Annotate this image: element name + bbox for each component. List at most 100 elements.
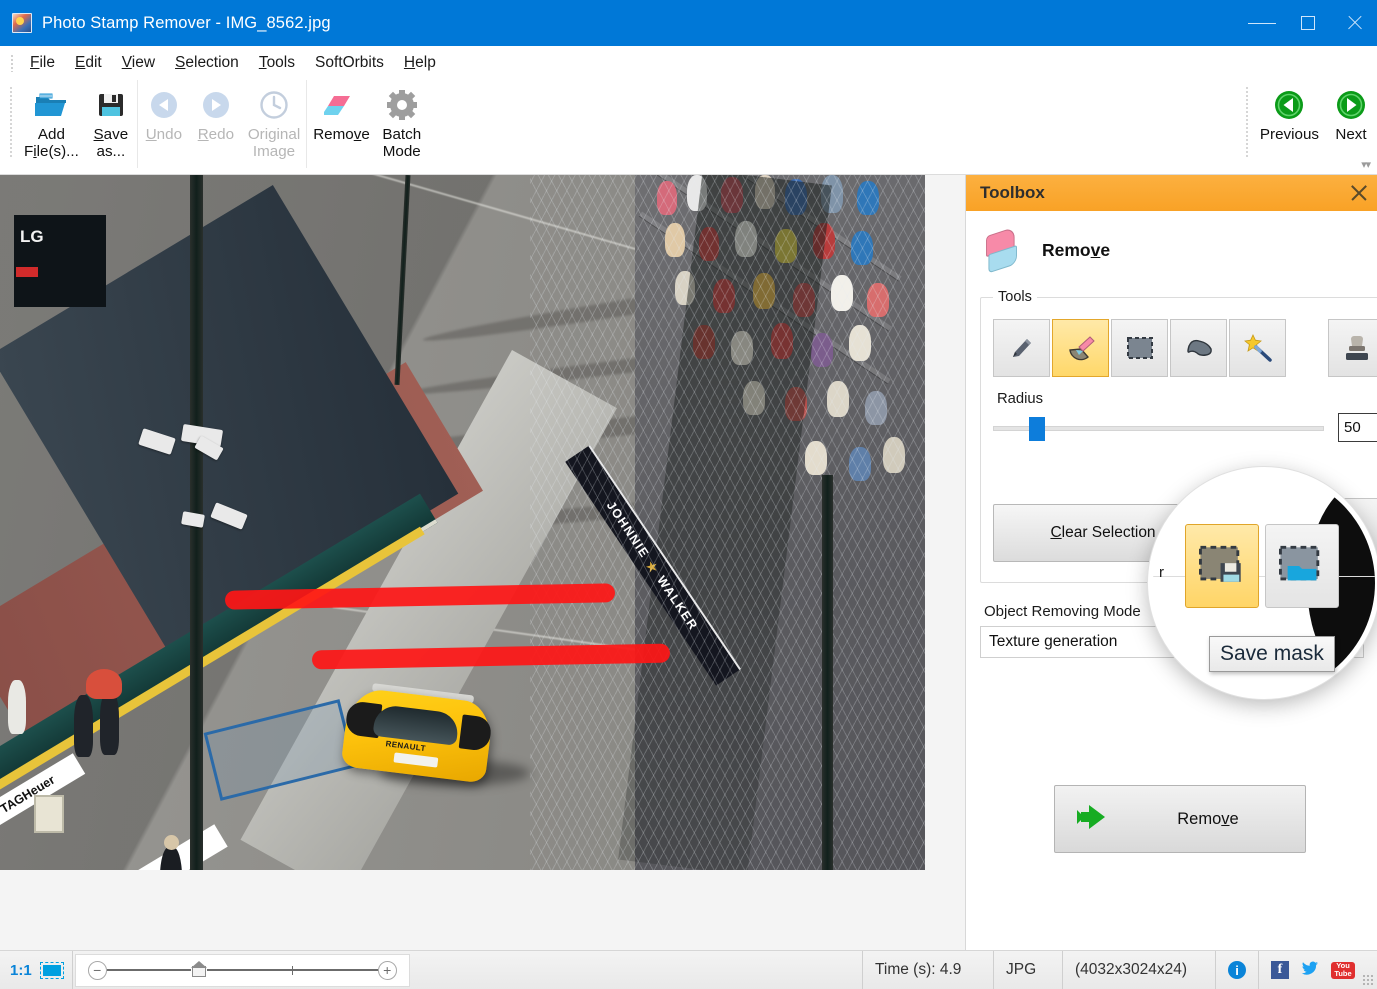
menu-item-selection[interactable]: Selection [165,51,249,75]
toolbar-grip-handle[interactable] [9,86,13,158]
radius-input[interactable] [1338,413,1377,442]
clear-selection-label: Clear Selection [1050,524,1155,542]
pit-crew-member [8,680,26,734]
eraser-brush-tool-button[interactable] [1052,319,1109,377]
clock-history-icon [258,88,290,122]
youtube-icon[interactable]: You Tube [1331,962,1355,979]
status-bar: 1:1 − + Time (s): 4.9 JPG (4032x3024x24)… [0,950,1377,989]
info-icon: i [1228,961,1246,979]
menu-item-file[interactable]: File [20,51,65,75]
toolbox-header: Toolbox [966,175,1377,211]
pencil-icon [1008,334,1036,362]
clone-stamp-tool-button[interactable] [1328,319,1377,377]
zoom-track-left [107,969,192,971]
magnifier-fragment-2: le [1157,652,1169,669]
menu-item-help[interactable]: Help [394,51,446,75]
photo-image[interactable]: JOHNNIE ★ WALKER LG TAGHeuer TAGHeuer [0,175,925,870]
tools-row [993,319,1377,377]
batch-mode-button[interactable]: Batch Mode ▾ [376,80,428,168]
batch-mode-label-1: Batch [382,126,421,143]
menu-item-edit[interactable]: Edit [65,51,112,75]
toolbox-tool-header: Remove [966,211,1377,271]
eraser-icon [979,224,1032,277]
object-removing-mode-value: Texture generation [989,633,1117,651]
save-mask-tooltip: Save mask [1209,636,1335,672]
magic-wand-tool-button[interactable] [1229,319,1286,377]
previous-label: Previous [1260,126,1319,143]
close-button[interactable] [1331,0,1377,46]
maximize-icon [1301,16,1315,30]
image-canvas-area[interactable]: JOHNNIE ★ WALKER LG TAGHeuer TAGHeuer [0,175,965,950]
image-dimensions: (4032x3024x24) [1063,951,1215,989]
lasso-tool-button[interactable] [1170,319,1227,377]
previous-button[interactable]: Previous [1254,80,1325,168]
info-button[interactable]: i [1216,951,1258,989]
marker-tool-button[interactable] [993,319,1050,377]
rectangle-select-tool-button[interactable] [1111,319,1168,377]
maximize-button[interactable] [1285,0,1331,46]
original-image-button[interactable]: Original Image [242,80,306,168]
radius-slider-thumb[interactable] [1029,417,1045,441]
minimize-icon [1248,23,1276,24]
remove-action-label: Remove [1111,810,1305,829]
menu-grip-handle[interactable] [10,54,14,72]
add-files-label-2: File(s)... [24,143,79,160]
zoom-slider-control[interactable]: − + [75,954,410,987]
undo-button[interactable]: Undo [138,80,190,168]
resize-grip[interactable] [1362,974,1374,986]
magnified-save-mask-button[interactable] [1185,524,1259,608]
pit-crew-member [100,691,119,755]
window-title: Photo Stamp Remover - IMG_8562.jpg [42,14,331,33]
magnified-load-mask-button[interactable] [1265,524,1339,608]
next-button[interactable]: Next [1325,80,1377,168]
app-photo-icon [12,13,32,33]
magic-wand-icon [1243,333,1273,363]
facebook-icon[interactable]: f [1271,961,1289,979]
radius-label: Radius [997,391,1377,407]
remove-action-button[interactable]: Remove [1054,785,1306,853]
file-format: JPG [994,951,1062,989]
zoom-ratio-label[interactable]: 1:1 [0,962,38,979]
application-window: Photo Stamp Remover - IMG_8562.jpg File … [0,0,1377,989]
toolbar-expander-right[interactable]: ▾ [1365,158,1371,171]
zoom-in-button[interactable]: + [378,961,397,980]
redo-arrow-icon [200,88,232,122]
tools-group-label: Tools [993,289,1037,305]
race-car: RENAULT [340,679,495,791]
batch-mode-label-2: Mode [383,143,421,160]
floppy-disk-icon [96,88,126,122]
save-as-button[interactable]: Save as... [85,80,137,168]
zoom-slider-thumb[interactable] [191,962,207,978]
red-equipment [86,669,122,699]
green-right-arrow-icon [1336,88,1366,122]
history-group: Undo Redo Original [137,80,307,168]
redo-button[interactable]: Redo [190,80,242,168]
eraser-brush-icon [1066,333,1096,363]
add-files-button[interactable]: Add File(s)... [18,80,85,168]
pit-crew-member [74,695,93,757]
magnifier-fragment-1: r [1159,564,1164,581]
nav-grip-handle[interactable] [1245,86,1249,158]
youtube-line-2: Tube [1334,970,1351,978]
menu-item-view[interactable]: View [112,51,165,75]
twitter-icon[interactable] [1301,961,1319,979]
head [164,835,179,850]
social-links: f You Tube [1259,951,1377,989]
remove-toolbar-button[interactable]: Remove [307,80,376,168]
navigation-group: Previous Next ▾ [1236,80,1377,175]
screen-logo-text: LG [20,227,44,247]
gear-icon [386,88,418,122]
radius-slider[interactable] [993,417,1324,439]
status-divider [72,951,73,989]
close-icon [1346,15,1362,31]
menu-item-softorbits[interactable]: SoftOrbits [305,51,394,75]
rectangle-marquee-icon [1125,335,1155,361]
minimize-button[interactable] [1239,0,1285,46]
screen-ticker [16,267,38,277]
zoom-out-button[interactable]: − [88,961,107,980]
original-image-label-1: Original [248,126,300,143]
menu-item-tools[interactable]: Tools [249,51,305,75]
fit-to-screen-icon[interactable] [40,962,64,979]
toolbox-close-icon[interactable] [1350,184,1368,202]
zoom-track-mid [207,969,292,971]
